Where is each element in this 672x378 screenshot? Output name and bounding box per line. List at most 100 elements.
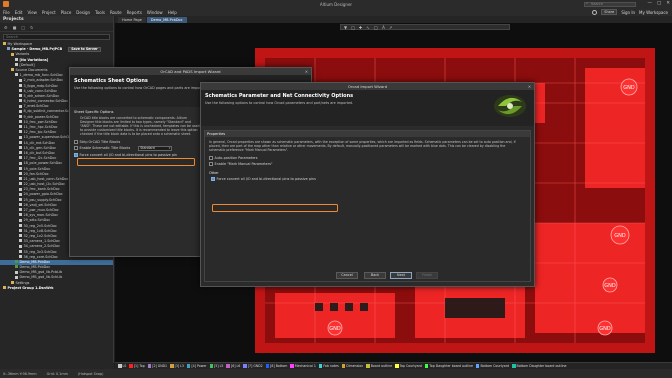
place-text-icon[interactable]: A: [382, 25, 385, 30]
share-button[interactable]: Share: [601, 9, 618, 15]
menu-route[interactable]: Route: [110, 10, 122, 15]
layer-tab[interactable]: [8] Bottom: [265, 364, 288, 368]
layer-color-swatch: [341, 364, 346, 368]
layer-color-swatch: [290, 364, 294, 368]
title-block-select[interactable]: Standard: [138, 145, 173, 151]
layer-color-swatch: [186, 364, 191, 368]
option-label: Strip OrCAD Title Blocks: [79, 140, 121, 144]
checkbox[interactable]: [211, 177, 215, 181]
menu-view[interactable]: View: [27, 10, 37, 15]
checkbox[interactable]: [74, 153, 78, 157]
dialog-b-banner: Schematics Parameter and Net Connectivit…: [201, 90, 534, 126]
layer-tab[interactable]: [3] L3: [170, 364, 184, 368]
settings-icon[interactable]: ⚙: [4, 25, 8, 30]
checkbox[interactable]: [209, 162, 213, 166]
menu-right-area: Share Sign In My Workspace: [592, 9, 668, 15]
document-icon: [19, 88, 22, 92]
tree-item-label: Project Group 1.DsnWrk: [7, 285, 54, 290]
highlight-annotation: [212, 204, 338, 212]
minimize-button[interactable]: —: [647, 1, 652, 6]
layer-name: Bottom Courtyard: [480, 364, 510, 368]
place-via-icon[interactable]: ◯: [374, 25, 378, 30]
refresh-icon[interactable]: ↻: [30, 25, 33, 30]
layer-tab[interactable]: [7] GND2: [243, 364, 263, 368]
tree-item-label: 14_clk_ext.SchDoc: [23, 140, 56, 145]
filter-icon[interactable]: ▼: [344, 25, 347, 30]
layer-tab[interactable]: [4] Power: [186, 364, 207, 368]
document-icon: [19, 229, 22, 233]
menu-edit[interactable]: Edit: [15, 10, 23, 15]
folder-icon: [11, 52, 14, 56]
menu-design[interactable]: Design: [76, 10, 90, 15]
menu-window[interactable]: Window: [147, 10, 163, 15]
tree-item-label: 30_reg_2v5.SchDoc: [23, 223, 57, 228]
layer-name: [3] L3: [174, 364, 184, 368]
tree-item-label: 19_pcie.SchDoc: [23, 166, 51, 171]
projects-panel-toolbar: ⚙ ■ □ ↻: [0, 23, 113, 32]
option-label: Auto-position Parameters: [214, 156, 258, 160]
document-icon: [19, 187, 22, 191]
close-window-button[interactable]: ✕: [666, 1, 670, 6]
select-icon[interactable]: □: [351, 25, 355, 30]
layer-name: Top Daughter board outline: [429, 364, 473, 368]
force-convert-pins-option[interactable]: Force convert all I/O and bi-directional…: [211, 176, 530, 182]
folder-icon: [11, 68, 14, 72]
other-section-label: Other: [209, 171, 219, 175]
layer-tab[interactable]: [6] L6: [226, 364, 240, 368]
layer-tab[interactable]: Top Courtyard: [395, 364, 422, 368]
layer-tab[interactable]: Dimension: [341, 364, 363, 368]
layer-tab[interactable]: Fab notes: [318, 364, 339, 368]
layer-tab[interactable]: Top Daughter board outline: [424, 364, 473, 368]
cancel-button[interactable]: Cancel: [336, 272, 358, 279]
layer-tab[interactable]: LS: [118, 364, 126, 368]
close-icon[interactable]: ✕: [528, 83, 531, 90]
gear-icon[interactable]: [592, 9, 598, 15]
layer-tab[interactable]: Mechanical 1: [290, 364, 316, 368]
measure-icon[interactable]: ↗: [389, 25, 392, 30]
tree-item-label: 32_reg_1v2.SchDoc: [23, 233, 57, 238]
layer-tab[interactable]: Bottom Daughter board outline: [512, 364, 566, 368]
open-folder-icon[interactable]: □: [21, 25, 25, 30]
tree-item-label: 17_fmc_i2c.SchDoc: [23, 156, 57, 161]
menu-project[interactable]: Project: [42, 10, 56, 15]
layer-tabs: LS [1] Top [2] GND1 [3] L3 [4] Power [5] L5 [6…: [115, 362, 672, 369]
move-icon[interactable]: ✚: [359, 25, 362, 30]
layer-tab[interactable]: Bottom Courtyard: [475, 364, 510, 368]
tree-item-label: My Workspace: [7, 42, 33, 46]
layer-name: [7] GND2: [247, 364, 263, 368]
menu-reports[interactable]: Reports: [127, 10, 142, 15]
properties-group: Properties In general, Orcad properties …: [204, 130, 531, 282]
layer-tab[interactable]: [1] Top: [129, 364, 145, 368]
layer-tab[interactable]: Board outline: [366, 364, 392, 368]
layer-color-swatch: [395, 364, 399, 368]
menu-tools[interactable]: Tools: [95, 10, 105, 15]
layer-color-swatch: [265, 364, 270, 368]
menu-file[interactable]: File: [3, 10, 10, 15]
sign-in-link[interactable]: Sign In: [621, 10, 635, 15]
checkbox[interactable]: [74, 146, 78, 150]
layer-tab[interactable]: [2] GND1: [147, 364, 167, 368]
tree-item[interactable]: Project Group 1.DsnWrk: [0, 286, 113, 291]
menu-help[interactable]: Help: [168, 10, 177, 15]
route-icon[interactable]: ∿: [366, 25, 369, 30]
properties-description: In general, Orcad properties are shown a…: [209, 140, 516, 152]
save-icon[interactable]: ■: [13, 25, 17, 30]
back-button[interactable]: Back: [364, 272, 386, 279]
tree-item-label: 15_clk_gen.SchDoc: [23, 145, 57, 150]
finish-button[interactable]: Finish: [416, 272, 438, 279]
maximize-button[interactable]: □: [657, 1, 661, 6]
close-icon[interactable]: ✕: [305, 68, 308, 75]
save-to-server-button[interactable]: Save to Server: [68, 47, 101, 52]
checkbox[interactable]: [74, 140, 78, 144]
checkbox[interactable]: [209, 156, 213, 160]
layer-color-swatch: [366, 364, 370, 368]
document-icon: [19, 130, 22, 134]
layer-name: [8] Bottom: [270, 364, 288, 368]
projects-search-input[interactable]: Search: [3, 34, 110, 40]
layer-tab[interactable]: [5] L5: [209, 364, 223, 368]
next-button[interactable]: Next: [390, 272, 412, 279]
global-search-input[interactable]: Search: [584, 1, 636, 7]
menu-place[interactable]: Place: [61, 10, 72, 15]
workspace-label[interactable]: My Workspace: [639, 10, 668, 15]
pcb-document-icon: [15, 265, 18, 269]
